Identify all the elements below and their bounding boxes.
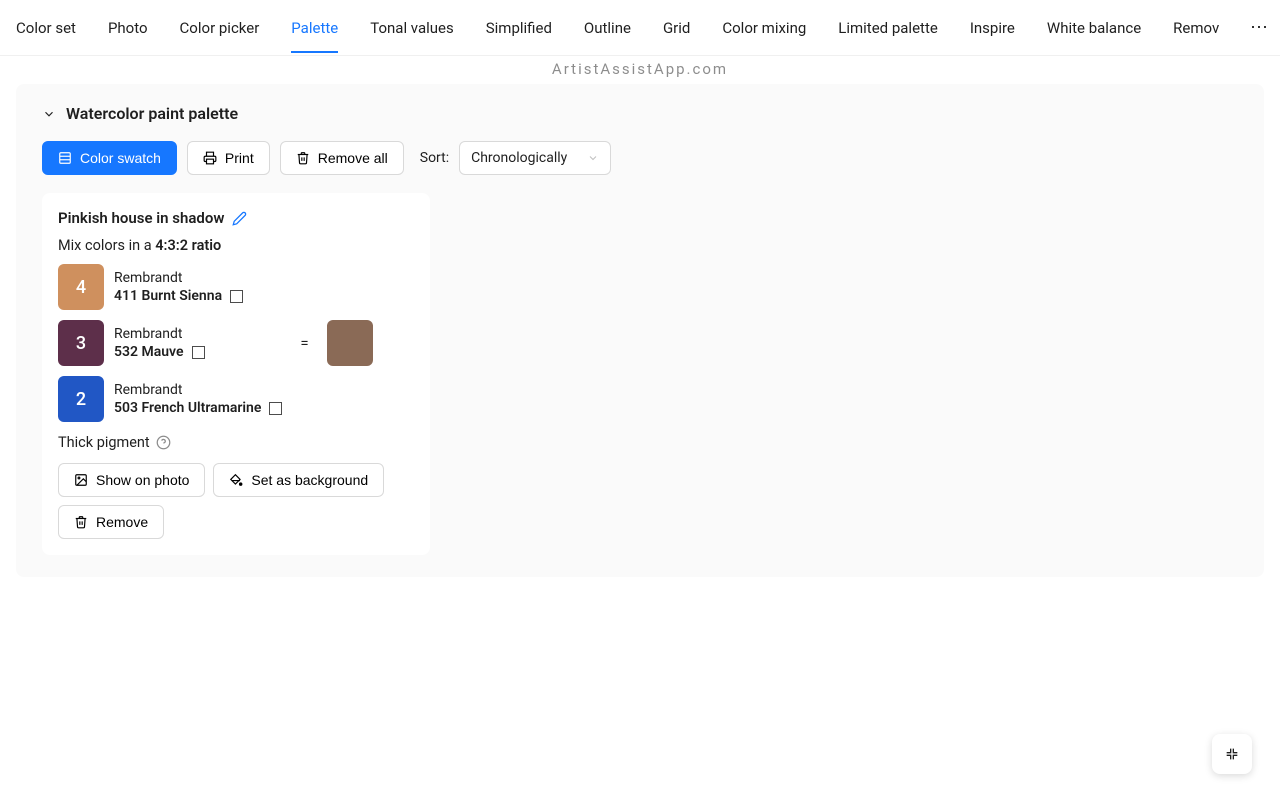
tab-color-mixing[interactable]: Color mixing (722, 3, 806, 53)
print-button[interactable]: Print (187, 141, 270, 175)
sort-select[interactable]: Chronologically (459, 141, 611, 175)
tab-photo[interactable]: Photo (108, 3, 148, 53)
edit-icon[interactable] (232, 211, 247, 226)
store-swatch-icon[interactable] (192, 346, 205, 359)
chevron-down-icon (587, 152, 599, 164)
card-title-row: Pinkish house in shadow (58, 209, 414, 227)
set-as-background-label: Set as background (251, 472, 368, 488)
consistency-label: Thick pigment (58, 434, 150, 451)
equals-sign: = (296, 334, 312, 352)
mix-ratio: 4:3:2 ratio (155, 237, 221, 254)
store-swatch-icon[interactable] (230, 290, 243, 303)
mix-row: 4 Rembrandt 411 Burnt Sienna 3 Rembrandt (58, 264, 414, 422)
tab-color-set[interactable]: Color set (16, 3, 76, 53)
paint-brand: Rembrandt (114, 326, 205, 342)
palette-card: Pinkish house in shadow Mix colors in a … (42, 193, 430, 555)
mix-ratio-text: Mix colors in a 4:3:2 ratio (58, 237, 414, 254)
paint-row: 3 Rembrandt 532 Mauve (58, 320, 282, 366)
consistency-row: Thick pigment (58, 434, 414, 451)
chevron-down-icon (42, 107, 56, 121)
remove-button[interactable]: Remove (58, 505, 164, 539)
panel-header[interactable]: Watercolor paint palette (42, 104, 1238, 123)
remove-all-label: Remove all (318, 150, 388, 166)
tab-palette[interactable]: Palette (291, 3, 338, 53)
paint-row: 4 Rembrandt 411 Burnt Sienna (58, 264, 282, 310)
printer-icon (203, 151, 217, 165)
paint-name: 411 Burnt Sienna (114, 288, 222, 304)
show-on-photo-button[interactable]: Show on photo (58, 463, 205, 497)
print-label: Print (225, 150, 254, 166)
paint-name: 532 Mauve (114, 344, 184, 360)
help-icon[interactable] (156, 435, 171, 450)
tab-simplified[interactable]: Simplified (486, 3, 552, 53)
tab-limited-palette[interactable]: Limited palette (838, 3, 938, 53)
paint-info: Rembrandt 411 Burnt Sienna (114, 270, 243, 304)
show-on-photo-label: Show on photo (96, 472, 189, 488)
set-as-background-button[interactable]: Set as background (213, 463, 384, 497)
paint-brand: Rembrandt (114, 382, 282, 398)
tabs-bar: Color set Photo Color picker Palette Ton… (0, 0, 1280, 56)
tab-color-picker[interactable]: Color picker (180, 3, 260, 53)
mix-prefix: Mix colors in a (58, 237, 155, 254)
minimize-icon (1224, 746, 1240, 762)
tabs-more-icon[interactable]: ⋯ (1238, 17, 1280, 38)
paint-name: 503 French Ultramarine (114, 400, 261, 416)
color-swatch-button[interactable]: Color swatch (42, 141, 177, 175)
tab-remove-glare[interactable]: Remov (1173, 3, 1219, 53)
trash-icon (296, 151, 310, 165)
palette-panel: Watercolor paint palette Color swatch Pr… (16, 84, 1264, 577)
paint-info: Rembrandt 532 Mauve (114, 326, 205, 360)
tab-outline[interactable]: Outline (584, 3, 631, 53)
image-icon (74, 473, 88, 487)
paint-swatch: 4 (58, 264, 104, 310)
remove-all-button[interactable]: Remove all (280, 141, 404, 175)
toolbar: Color swatch Print Remove all Sort: Chro… (42, 141, 1238, 175)
tab-grid[interactable]: Grid (663, 3, 690, 53)
paints-column: 4 Rembrandt 411 Burnt Sienna 3 Rembrandt (58, 264, 282, 422)
tab-tonal-values[interactable]: Tonal values (370, 3, 454, 53)
bucket-icon (229, 473, 243, 487)
panel-title: Watercolor paint palette (66, 104, 238, 123)
paint-brand: Rembrandt (114, 270, 243, 286)
paint-swatch: 3 (58, 320, 104, 366)
result-swatch (327, 320, 373, 366)
color-swatch-label: Color swatch (80, 150, 161, 166)
sort-label: Sort: (420, 150, 449, 166)
trash-icon (74, 515, 88, 529)
store-swatch-icon[interactable] (269, 402, 282, 415)
exit-fullscreen-button[interactable] (1212, 734, 1252, 774)
sort-value: Chronologically (471, 150, 567, 166)
paint-row: 2 Rembrandt 503 French Ultramarine (58, 376, 282, 422)
paint-swatch: 2 (58, 376, 104, 422)
remove-label: Remove (96, 514, 148, 530)
card-title: Pinkish house in shadow (58, 209, 224, 227)
tab-inspire[interactable]: Inspire (970, 3, 1015, 53)
tab-white-balance[interactable]: White balance (1047, 3, 1141, 53)
tabs-list: Color set Photo Color picker Palette Ton… (0, 3, 1238, 53)
card-actions: Show on photo Set as background Remove (58, 463, 414, 539)
app-title: ArtistAssistApp.com (0, 56, 1280, 80)
paint-info: Rembrandt 503 French Ultramarine (114, 382, 282, 416)
swatches-icon (58, 151, 72, 165)
